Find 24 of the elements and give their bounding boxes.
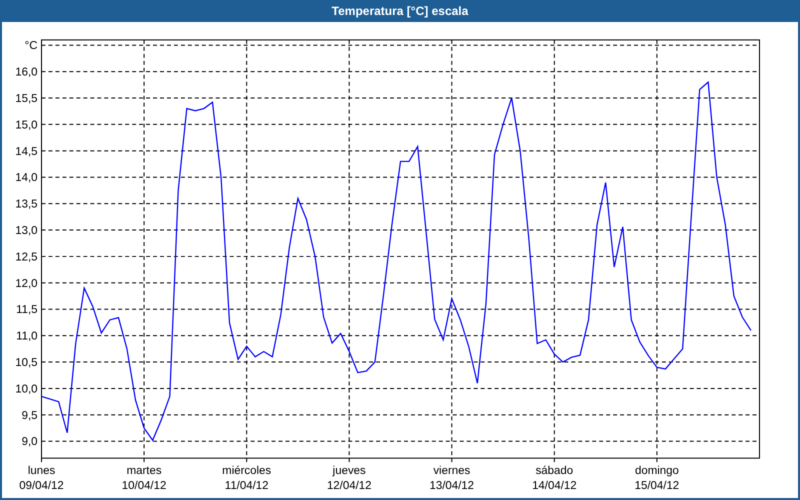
- y-tick-label: 12,0: [15, 278, 38, 290]
- x-tick-label: lunes 09/04/12: [19, 465, 64, 492]
- x-tick-label: jueves 12/04/12: [326, 465, 372, 492]
- y-tick-label: 13,0: [15, 225, 38, 238]
- y-tick-label: 12,5: [15, 251, 38, 264]
- y-tick-label: 9,5: [22, 410, 38, 422]
- x-tick-label: viernes 13/04/12: [430, 465, 474, 492]
- y-tick-label: 15,0: [15, 119, 38, 132]
- y-tick-label: 10,5: [15, 357, 38, 370]
- y-tick-label: 10,0: [15, 383, 38, 396]
- x-tick-label: domingo 15/04/12: [634, 465, 680, 492]
- x-tick-label: martes 10/04/12: [122, 465, 166, 492]
- y-tick-label: °C: [24, 40, 38, 52]
- y-tick-label: 14,5: [15, 146, 38, 158]
- y-tick-label: 13,5: [15, 198, 38, 211]
- x-tick-label: sábado 14/04/12: [532, 465, 577, 492]
- y-tick-label: 9,0: [22, 436, 38, 448]
- y-tick-label: 14,0: [15, 172, 38, 184]
- y-tick-label: 15,5: [15, 93, 38, 105]
- window-title: Temperatura [°C] escala: [332, 4, 468, 18]
- x-tick-label: miércoles 11/04/12: [222, 465, 272, 492]
- y-tick-label: 16,0: [15, 66, 38, 79]
- y-tick-label: 11,0: [16, 330, 38, 343]
- y-tick-label: 11,5: [16, 304, 38, 316]
